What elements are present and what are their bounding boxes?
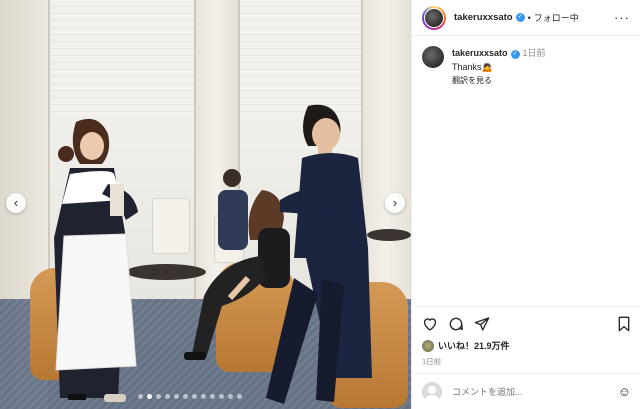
carousel-dot [138,394,143,399]
likes-count[interactable]: いいね！21.9万件 [422,339,631,352]
verified-icon: ✓ [515,13,525,22]
carousel-dot [165,394,170,399]
carousel-dot [228,394,233,399]
follow-status[interactable]: フォロー中 [534,11,579,24]
post-header: takeruxxsato ✓ • フォロー中 ··· [412,0,640,36]
carousel-dot [201,394,206,399]
carousel-dot [183,394,188,399]
standing-man [266,104,372,404]
carousel-dot [237,394,242,399]
chevron-right-icon: › [392,195,398,210]
post-timestamp: 1日前 [422,357,442,366]
bookmark-icon[interactable] [617,316,631,332]
caption: takeruxxsato ✓ 1日前 Thanks🙇 翻訳を見る [412,36,640,86]
standing-woman [54,118,138,402]
share-icon[interactable] [474,316,490,332]
carousel-dot [210,394,215,399]
username-link[interactable]: takeruxxsato [454,12,513,23]
comment-input[interactable] [452,386,618,397]
carousel-indicator [138,394,242,399]
caption-text: Thanks🙇 [452,62,493,72]
post-image[interactable]: ‹ › [0,0,411,409]
liker-avatar [422,339,434,352]
next-image-button[interactable]: › [385,193,405,213]
caption-time: 1日前 [522,48,546,58]
avatar[interactable] [422,46,444,68]
heart-icon[interactable] [422,316,438,332]
post-modal: ‹ › takeruxxsato ✓ • フォロー中 ··· takeruxxs… [0,0,640,409]
user-avatar [422,381,442,402]
caption-username[interactable]: takeruxxsato [452,48,508,58]
more-options-icon[interactable]: ··· [614,10,630,25]
likes-text[interactable]: いいね！21.9万件 [438,339,510,352]
carousel-dot [219,394,224,399]
carousel-dot [147,394,152,399]
separator: • [527,12,531,23]
verified-icon: ✓ [510,50,520,59]
post-actions: いいね！21.9万件 1日前 [412,306,640,367]
carousel-dot [192,394,197,399]
chevron-left-icon: ‹ [13,195,19,210]
translate-link[interactable]: 翻訳を見る [452,75,546,86]
prev-image-button[interactable]: ‹ [6,193,26,213]
comment-bar: ☺ [412,373,640,409]
comment-icon[interactable] [448,316,464,332]
post-sidebar: takeruxxsato ✓ • フォロー中 ··· takeruxxsato ✓… [411,0,640,409]
carousel-dot [174,394,179,399]
carousel-dot [156,394,161,399]
emoji-icon[interactable]: ☺ [618,384,631,399]
avatar[interactable] [422,5,446,30]
